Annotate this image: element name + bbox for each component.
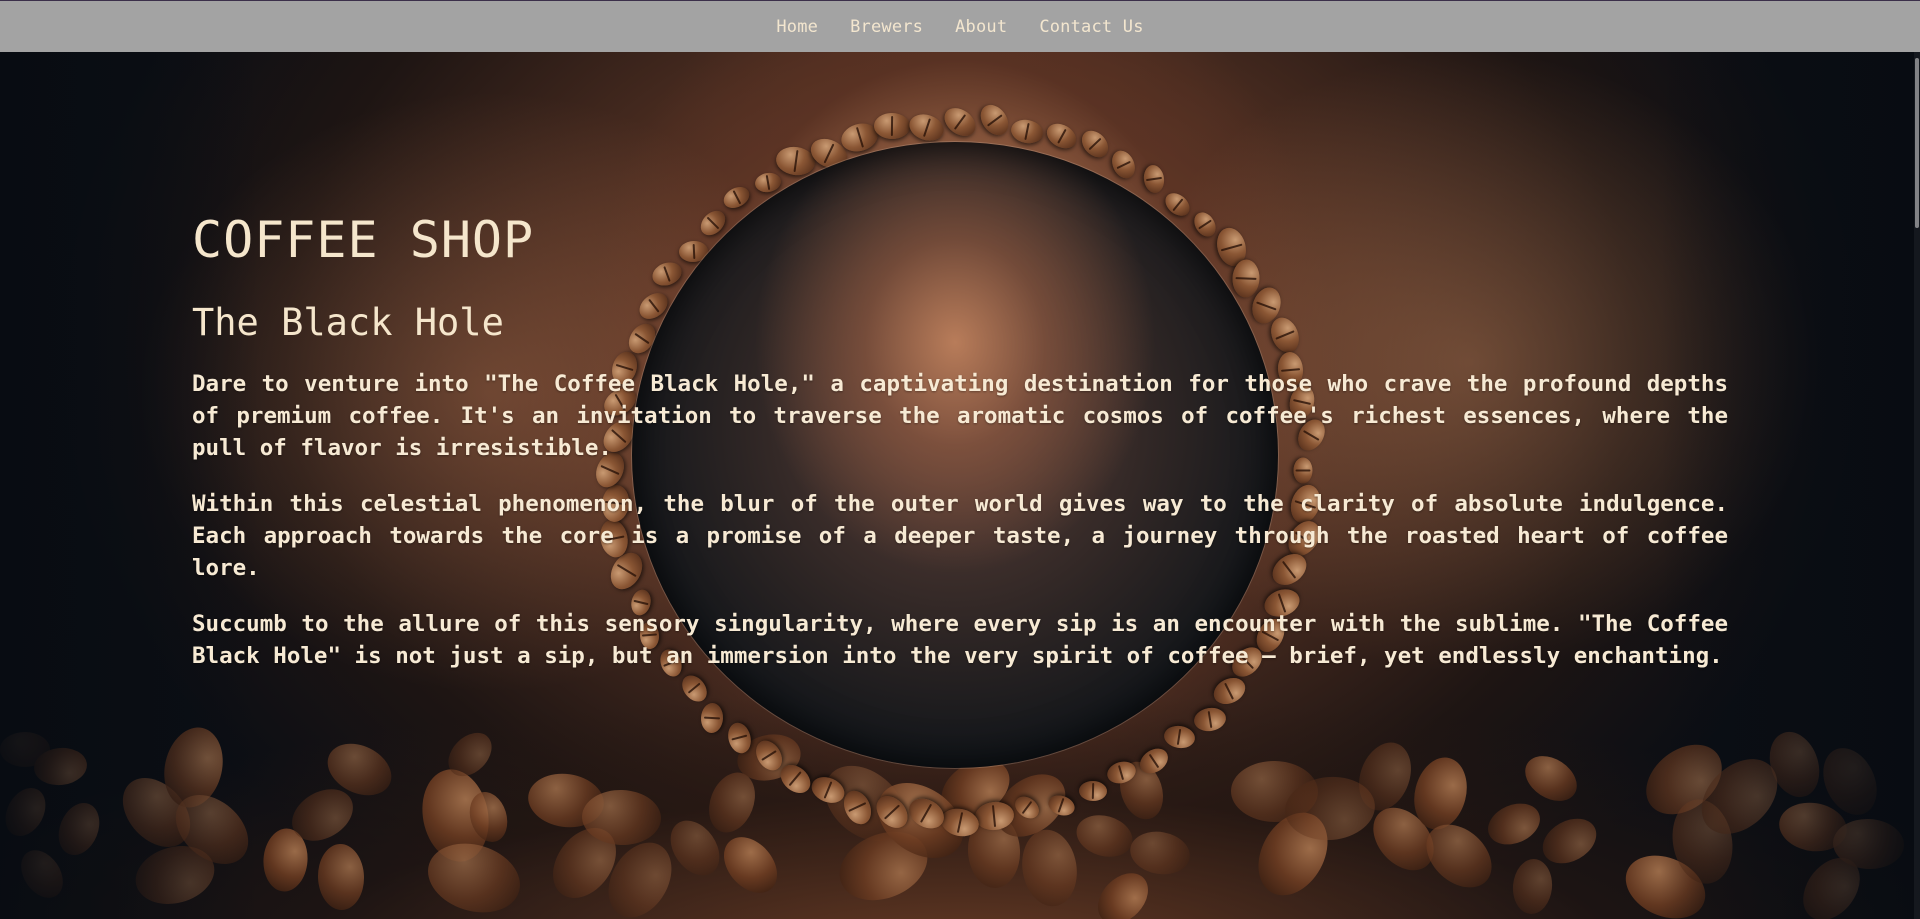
coffee-bean xyxy=(1078,780,1108,801)
coffee-bean xyxy=(725,720,755,757)
nav-link-contact-us[interactable]: Contact Us xyxy=(1039,17,1143,37)
coffee-bean xyxy=(1104,758,1139,787)
coffee-bean xyxy=(938,804,982,840)
coffee-bean xyxy=(1481,795,1547,853)
coffee-bean xyxy=(1135,743,1174,779)
page-scrollbar[interactable] xyxy=(1914,52,1920,919)
coffee-bean xyxy=(1046,792,1078,820)
coffee-bean xyxy=(1516,746,1586,811)
coffee-bean xyxy=(870,790,914,835)
coffee-bean xyxy=(1162,724,1197,751)
coffee-bean xyxy=(903,792,949,835)
closing-paragraph: Succumb to the allure of this sensory si… xyxy=(192,611,1728,669)
nav-link-brewers[interactable]: Brewers xyxy=(850,17,923,37)
coffee-bean xyxy=(1534,809,1605,873)
coffee-bean xyxy=(807,772,848,808)
coffee-bean xyxy=(939,102,981,142)
page-subtitle: The Black Hole xyxy=(192,301,504,344)
coffee-bean xyxy=(1126,827,1194,879)
coffee-bean xyxy=(1107,147,1139,183)
coffee-bean xyxy=(1142,163,1167,195)
coffee-bean xyxy=(873,112,910,139)
coffee-bean xyxy=(1191,705,1228,734)
nav-link-about[interactable]: About xyxy=(955,17,1007,37)
coffee-bean xyxy=(1011,791,1044,823)
coffee-bean xyxy=(676,670,712,707)
coffee-bean xyxy=(713,826,788,904)
intro-paragraph: Dare to venture into "The Coffee Black H… xyxy=(192,371,1728,461)
coffee-bean xyxy=(1209,673,1250,710)
coffee-bean xyxy=(700,702,724,734)
coffee-bean xyxy=(753,170,783,194)
scrollbar-thumb[interactable] xyxy=(1915,58,1919,228)
coffee-bean xyxy=(1042,118,1081,154)
coffee-bean xyxy=(975,99,1014,141)
coffee-bean xyxy=(1009,117,1046,147)
coffee-bean xyxy=(1016,825,1083,911)
coffee-bean xyxy=(719,182,753,212)
coffee-bean xyxy=(316,843,366,911)
description-paragraph: Within this celestial phenomenon, the bl… xyxy=(192,491,1728,581)
coffee-bean xyxy=(973,800,1015,833)
coffee-bean xyxy=(905,110,947,146)
top-navbar: Home Brewers About Contact Us xyxy=(0,0,1920,52)
coffee-bean xyxy=(1510,857,1555,916)
hero-content: COFFEE SHOP The Black Hole Dare to ventu… xyxy=(192,210,1728,672)
nav-link-home[interactable]: Home xyxy=(776,17,818,37)
coffee-bean xyxy=(1076,125,1114,163)
page-title: COFFEE SHOP xyxy=(192,211,535,269)
coffee-bean xyxy=(1088,863,1158,919)
